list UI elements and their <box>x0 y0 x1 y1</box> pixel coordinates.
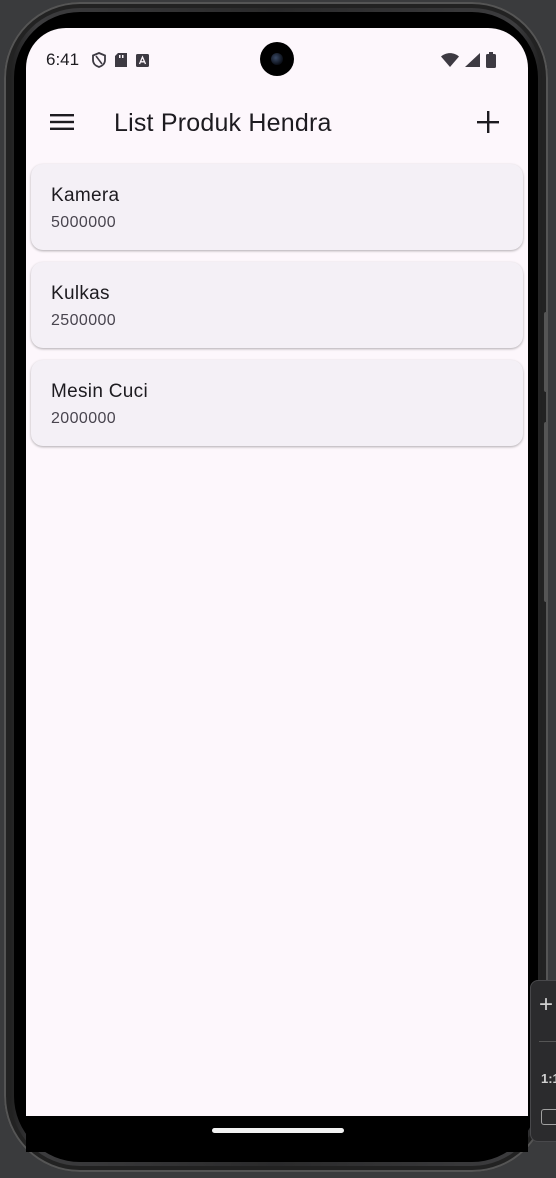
zoom-in-button[interactable]: + <box>539 991 553 1019</box>
status-icons-left <box>92 52 149 73</box>
phone-screen: 6:41 List Produk Hendra Kamera 5000000 K… <box>26 28 528 1116</box>
product-card[interactable]: Kulkas 2500000 <box>31 262 523 348</box>
product-list: Kamera 5000000 Kulkas 2500000 Mesin Cuci… <box>31 164 523 458</box>
product-name: Kamera <box>51 185 120 206</box>
power-button <box>544 422 548 602</box>
status-icons-right <box>441 52 496 73</box>
app-bar: List Produk Hendra <box>26 92 528 156</box>
menu-button[interactable] <box>40 102 84 146</box>
home-indicator[interactable] <box>212 1128 344 1133</box>
gesture-nav-bar <box>26 1116 528 1152</box>
hamburger-menu-icon <box>50 113 74 136</box>
wifi-icon <box>441 53 459 72</box>
status-bar: 6:41 <box>26 28 528 92</box>
actual-size-button[interactable]: 1:1 <box>541 1071 556 1086</box>
battery-icon <box>486 52 496 73</box>
product-card[interactable]: Kamera 5000000 <box>31 164 523 250</box>
shield-icon <box>92 52 106 73</box>
page-title: List Produk Hendra <box>114 109 332 137</box>
product-name: Mesin Cuci <box>51 381 148 402</box>
status-time: 6:41 <box>46 50 80 69</box>
product-price: 2500000 <box>51 312 117 329</box>
sd-card-icon <box>115 53 127 72</box>
emulator-toolbar: + 1:1 <box>530 980 556 1142</box>
volume-button <box>544 312 548 392</box>
text-a-icon <box>136 53 149 72</box>
product-price: 2000000 <box>51 410 117 427</box>
cellular-signal-icon <box>465 53 480 72</box>
product-name: Kulkas <box>51 283 110 304</box>
add-product-button[interactable] <box>466 102 510 146</box>
toolbar-divider <box>539 1041 556 1042</box>
product-card[interactable]: Mesin Cuci 2000000 <box>31 360 523 446</box>
front-camera <box>260 42 294 76</box>
screenshot-icon[interactable] <box>541 1109 556 1125</box>
add-icon <box>477 110 499 138</box>
product-price: 5000000 <box>51 214 117 231</box>
